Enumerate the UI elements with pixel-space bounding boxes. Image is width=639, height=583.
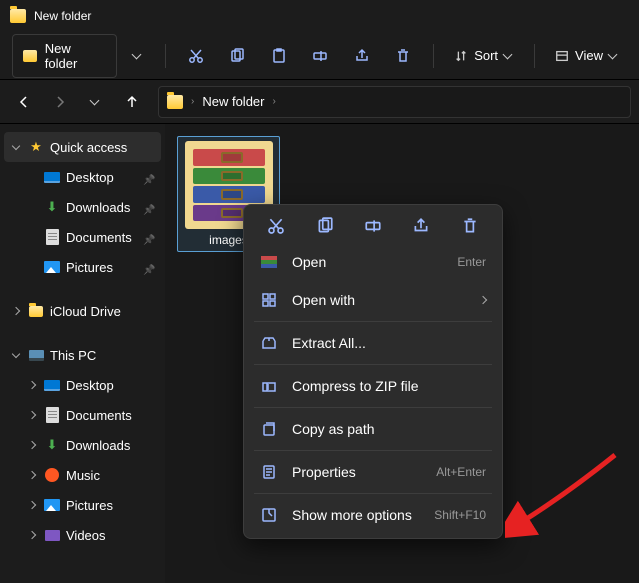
rar-icon [260, 253, 278, 271]
context-menu-extract-all[interactable]: Extract All... [248, 324, 498, 362]
chevron-down-icon [91, 99, 101, 105]
folder-icon [167, 95, 183, 109]
sidebar-item-this-pc[interactable]: This PC [4, 340, 161, 370]
context-menu-open[interactable]: Open Enter [248, 243, 498, 281]
new-dropdown[interactable] [123, 47, 153, 65]
chevron-right-icon [479, 296, 487, 304]
separator [254, 493, 492, 494]
toolbar: New folder Sort View [0, 32, 639, 80]
documents-icon [46, 229, 59, 245]
copy-button[interactable] [316, 217, 334, 235]
chevron-down-icon [133, 53, 143, 59]
sidebar-item-pc-downloads[interactable]: ⬇Downloads [4, 430, 161, 460]
desktop-icon [44, 172, 60, 183]
downloads-icon: ⬇ [44, 437, 60, 453]
sidebar-item-pc-pictures[interactable]: Pictures [4, 490, 161, 520]
separator [165, 44, 166, 68]
open-with-icon [260, 291, 278, 309]
pin-icon [143, 261, 155, 273]
show-more-icon [260, 506, 278, 524]
context-menu-show-more[interactable]: Show more options Shift+F10 [248, 496, 498, 534]
separator [254, 450, 492, 451]
videos-icon [45, 530, 60, 541]
sidebar-item-pc-videos[interactable]: Videos [4, 520, 161, 550]
context-menu-properties[interactable]: Properties Alt+Enter [248, 453, 498, 491]
new-button-label: New folder [45, 41, 106, 71]
folder-icon [10, 9, 26, 23]
pictures-icon [44, 261, 60, 273]
copy-button[interactable] [220, 40, 256, 72]
address-bar[interactable]: › New folder › [158, 86, 631, 118]
folder-icon [28, 303, 44, 319]
crumb-separator: › [272, 96, 275, 107]
sidebar: ★Quick access Desktop ⬇Downloads Documen… [0, 124, 165, 583]
chevron-down-icon [609, 53, 619, 59]
pictures-icon [44, 499, 60, 511]
sidebar-item-pc-music[interactable]: Music [4, 460, 161, 490]
context-menu-compress[interactable]: Compress to ZIP file [248, 367, 498, 405]
extract-icon [260, 334, 278, 352]
view-button[interactable]: View [547, 48, 627, 63]
copy-path-icon [260, 420, 278, 438]
cut-button[interactable] [267, 217, 285, 235]
rename-button[interactable] [364, 217, 382, 235]
separator [254, 364, 492, 365]
delete-button[interactable] [386, 40, 422, 72]
sidebar-item-pictures[interactable]: Pictures [4, 252, 161, 282]
sidebar-item-quick-access[interactable]: ★Quick access [4, 132, 161, 162]
sidebar-item-downloads[interactable]: ⬇Downloads [4, 192, 161, 222]
delete-button[interactable] [461, 217, 479, 235]
properties-icon [260, 463, 278, 481]
navigation-bar: › New folder › [0, 80, 639, 124]
context-menu-toolbar [248, 209, 498, 243]
separator [534, 44, 535, 68]
context-menu: Open Enter Open with Extract All... Comp… [243, 204, 503, 539]
view-label: View [575, 48, 603, 63]
new-button[interactable]: New folder [12, 34, 117, 78]
sidebar-item-documents[interactable]: Documents [4, 222, 161, 252]
share-button[interactable] [412, 217, 430, 235]
pc-icon [29, 350, 44, 361]
crumb-separator: › [191, 96, 194, 107]
new-folder-icon [23, 50, 37, 62]
title-bar: New folder [0, 0, 639, 32]
music-icon [45, 468, 59, 482]
pin-icon [143, 231, 155, 243]
sidebar-item-icloud[interactable]: iCloud Drive [4, 296, 161, 326]
documents-icon [46, 407, 59, 423]
chevron-down-icon [504, 53, 514, 59]
compress-icon [260, 377, 278, 395]
window-title: New folder [34, 9, 91, 23]
rename-button[interactable] [303, 40, 339, 72]
downloads-icon: ⬇ [44, 199, 60, 215]
context-menu-copy-path[interactable]: Copy as path [248, 410, 498, 448]
separator [254, 407, 492, 408]
sidebar-item-pc-documents[interactable]: Documents [4, 400, 161, 430]
pin-icon [143, 201, 155, 213]
sidebar-item-desktop[interactable]: Desktop [4, 162, 161, 192]
sort-label: Sort [474, 48, 498, 63]
star-icon: ★ [28, 139, 44, 155]
recent-dropdown[interactable] [80, 86, 112, 118]
cut-button[interactable] [178, 40, 214, 72]
sort-button[interactable]: Sort [446, 48, 522, 63]
forward-button[interactable] [44, 86, 76, 118]
context-menu-open-with[interactable]: Open with [248, 281, 498, 319]
sidebar-item-pc-desktop[interactable]: Desktop [4, 370, 161, 400]
paste-button[interactable] [261, 40, 297, 72]
desktop-icon [44, 380, 60, 391]
separator [433, 44, 434, 68]
share-button[interactable] [344, 40, 380, 72]
breadcrumb-item[interactable]: New folder [202, 94, 264, 109]
separator [254, 321, 492, 322]
pin-icon [143, 171, 155, 183]
back-button[interactable] [8, 86, 40, 118]
up-button[interactable] [116, 86, 148, 118]
